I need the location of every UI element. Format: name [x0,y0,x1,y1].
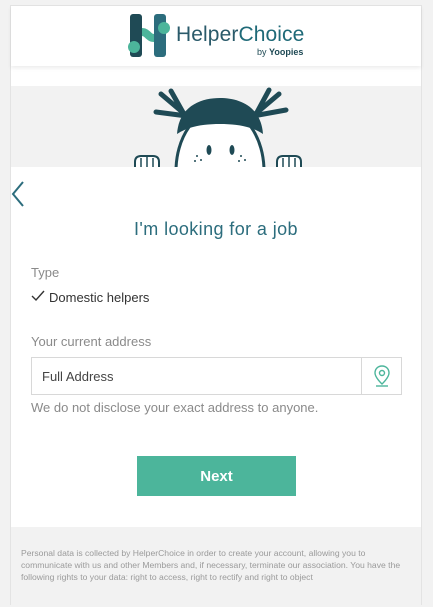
header: HelperChoice by Yoopies [11,6,421,66]
brand-choice: Choice [238,23,305,46]
back-button[interactable] [11,178,35,210]
page-title: I'm looking for a job [134,219,298,239]
peeking-girl-illustration [134,87,302,167]
by-brand: Yoopies [269,47,304,57]
page-container: HelperChoice by Yoopies I'm looking for … [10,5,422,607]
address-field [31,357,402,395]
hero-illustration [11,86,421,167]
address-label: Your current address [31,334,152,349]
brand-helper: Helper [176,23,239,46]
type-value: Domestic helpers [49,290,150,305]
address-hint: We do not disclose your exact address to… [31,400,319,415]
type-label: Type [31,265,60,280]
address-input[interactable] [32,358,362,394]
type-selection[interactable]: Domestic helpers [31,290,149,305]
back-chevron-icon [11,181,24,207]
privacy-notice: Personal data is collected by HelperChoi… [21,548,401,582]
privacy-footer: Personal data is collected by HelperChoi… [11,527,421,607]
logo-h-icon [127,14,171,63]
brand-name: HelperChoice [176,23,304,47]
check-icon [31,290,45,305]
location-button[interactable] [361,358,401,394]
brand-byline: by Yoopies [257,47,303,57]
next-button[interactable]: Next [137,456,296,496]
location-pin-icon [373,365,390,387]
by-text: by [257,47,267,57]
